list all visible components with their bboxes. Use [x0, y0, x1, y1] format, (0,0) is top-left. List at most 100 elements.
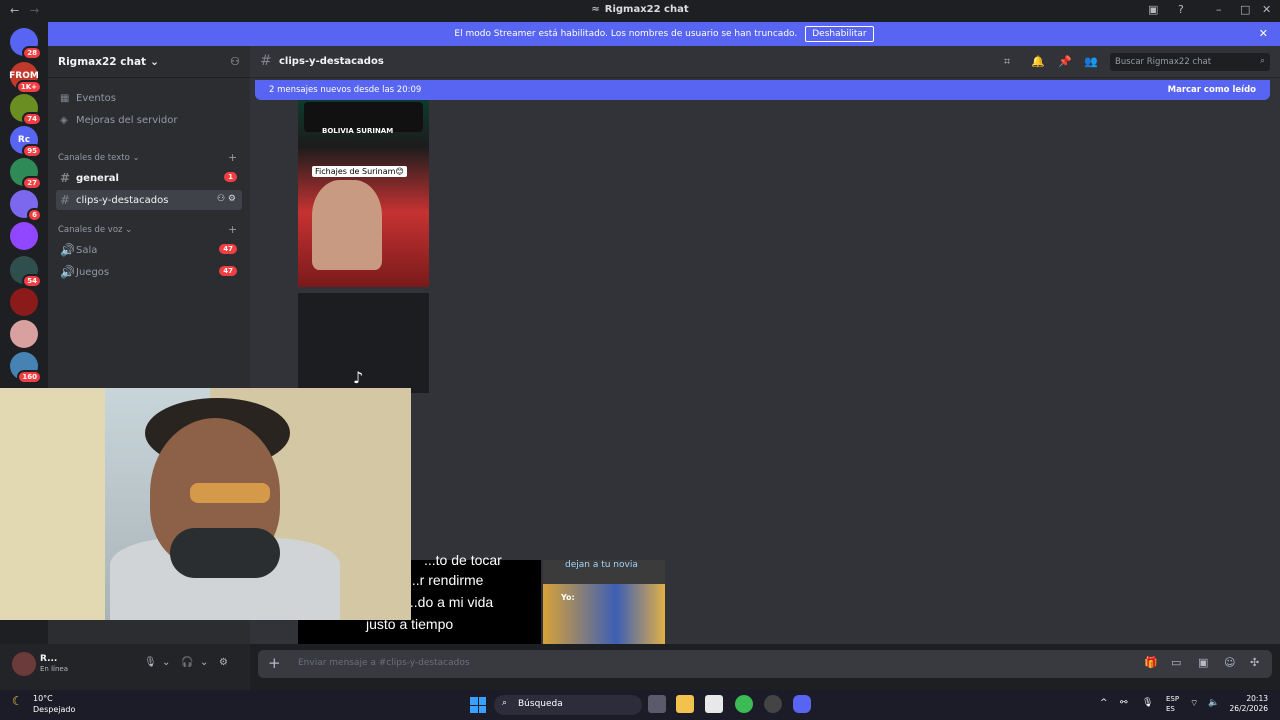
video-embed[interactable]: BOLIVIA SURINAM Fichajes de Surinam😊 [298, 100, 429, 287]
notification-badge: 6 [27, 208, 42, 222]
server-header[interactable]: Rigmax22 chat ⌄ ⚇ [48, 46, 250, 78]
window-title: ≈ Rigmax22 chat [591, 4, 689, 15]
mention-badge: 1 [224, 172, 237, 182]
title-bar: ← → ≈ Rigmax22 chat ▣ ? – □ ✕ [0, 0, 1280, 22]
channel-header: # clips-y-destacados ⌗ 🔔 📌 👥 Buscar Rigm… [250, 46, 1280, 78]
webcam-glasses [190, 483, 270, 503]
server-icon[interactable] [10, 320, 38, 348]
gear-icon[interactable]: ⚙ [219, 657, 228, 668]
windows-start-icon[interactable] [470, 697, 486, 713]
member-list-icon[interactable]: 👥 [1084, 55, 1098, 68]
channel-title: clips-y-destacados [279, 56, 384, 67]
channel-general[interactable]: # general 1 [56, 168, 242, 188]
server-icon[interactable]: 6 [10, 190, 42, 222]
maximize-icon[interactable]: □ [1240, 3, 1250, 16]
disable-streamer-button[interactable]: Deshabilitar [805, 26, 874, 42]
volume-icon[interactable]: 🔈 [1208, 698, 1219, 708]
speaker-icon: 🔊 [60, 243, 75, 257]
gif-icon[interactable]: ▭ [1171, 656, 1181, 669]
channel-settings-icon[interactable]: ⚇ ⚙ [217, 194, 236, 204]
meme-label: Yo: [561, 593, 575, 602]
network-icon[interactable]: ⚯ [1120, 698, 1128, 708]
add-channel-icon[interactable]: + [228, 151, 237, 164]
server-icon[interactable]: 54 [10, 256, 42, 288]
task-view-icon[interactable] [648, 695, 666, 713]
sticker-icon[interactable]: ▣ [1198, 656, 1208, 669]
weather-condition: Despejado [33, 705, 76, 714]
server-icon[interactable]: 74 [10, 94, 42, 126]
obs-icon[interactable] [764, 695, 782, 713]
video-embed-tiktok[interactable]: ♪ [298, 293, 429, 393]
voice-channel-sala[interactable]: 🔊 Sala 47 [56, 240, 242, 260]
streamer-mode-banner: El modo Streamer está habilitado. Los no… [48, 22, 1280, 46]
server-icon[interactable] [10, 288, 38, 316]
user-status: En línea [40, 665, 69, 673]
language-indicator[interactable]: ESP ES [1166, 694, 1179, 714]
message-input[interactable]: Enviar mensaje a #clips-y-destacados [298, 658, 470, 668]
store-icon[interactable] [705, 695, 723, 713]
wifi-icon[interactable]: ⌔ [1190, 698, 1198, 709]
file-explorer-icon[interactable] [676, 695, 694, 713]
clock[interactable]: 20:13 26/2/2026 [1228, 694, 1268, 714]
channel-clips-y-destacados[interactable]: # clips-y-destacados ⚇ ⚙ [56, 190, 242, 210]
hash-icon: # [60, 193, 71, 207]
message-composer[interactable]: + Enviar mensaje a #clips-y-destacados 🎁… [258, 650, 1272, 678]
meme-embed[interactable]: dejan a tu novia Yo: [543, 560, 665, 644]
threads-icon[interactable]: ⌗ [1004, 55, 1010, 69]
inbox-icon[interactable]: ▣ [1148, 3, 1158, 16]
voice-count-badge: 47 [219, 266, 237, 276]
meme-title: dejan a tu novia [565, 560, 638, 570]
notification-badge: 28 [22, 46, 42, 60]
microphone-icon[interactable]: 🎙 [1142, 698, 1153, 708]
voice-channel-juegos[interactable]: 🔊 Juegos 47 [56, 262, 242, 282]
avatar[interactable] [12, 652, 36, 676]
notification-badge: 160 [17, 370, 42, 384]
webcam-scarf [170, 528, 280, 578]
bell-icon[interactable]: 🔔 [1031, 55, 1045, 68]
banner-close-icon[interactable]: ✕ [1259, 27, 1268, 40]
taskbar: ☾ 10°C Despejado ⌕ Búsqueda ^ ⚯ 🎙 ESP ES … [0, 690, 1280, 720]
server-icon[interactable]: FROM 1K+ [9, 62, 42, 94]
server-icon[interactable]: Rc 95 [10, 126, 42, 158]
add-attachment-icon[interactable]: + [268, 654, 281, 672]
chevron-up-icon[interactable]: ^ [1100, 698, 1108, 708]
notification-badge: 27 [22, 176, 42, 190]
pin-icon[interactable]: 📌 [1058, 55, 1072, 68]
user-panel: R... En línea 🎙 ⌄ 🎧 ⌄ ⚙ [0, 644, 250, 690]
server-icon[interactable]: 160 [10, 352, 42, 384]
chevron-down-icon[interactable]: ⌄ [200, 657, 208, 668]
events-item[interactable]: ▦ Eventos [56, 88, 242, 108]
discord-icon[interactable] [793, 695, 811, 713]
apps-icon[interactable]: ✣ [1250, 656, 1259, 669]
new-messages-bar[interactable]: 2 mensajes nuevos desde las 20:09 Marcar… [255, 80, 1270, 100]
window-close-icon[interactable]: ✕ [1262, 3, 1271, 16]
clip-text-line: ...to de tocar [424, 552, 502, 568]
boost-icon: ◈ [60, 114, 68, 126]
help-icon[interactable]: ? [1178, 3, 1184, 16]
search-icon: ⌕ [1259, 56, 1265, 66]
voice-channels-category[interactable]: Canales de voz ⌄ + [58, 223, 237, 236]
notification-badge: 1K+ [15, 80, 42, 94]
chrome-icon[interactable] [735, 695, 753, 713]
text-channels-category[interactable]: Canales de texto ⌄ + [58, 151, 237, 164]
add-voice-channel-icon[interactable]: + [228, 223, 237, 236]
notification-badge: 74 [22, 112, 42, 126]
headphones-icon[interactable]: 🎧 [181, 657, 193, 668]
invite-people-icon[interactable]: ⚇ [230, 55, 240, 68]
weather-temp: 10°C [33, 694, 53, 703]
taskbar-search[interactable]: ⌕ Búsqueda [494, 695, 642, 715]
server-icon[interactable]: 28 [10, 28, 42, 60]
mark-as-read-button[interactable]: Marcar como leído [1168, 85, 1256, 95]
chevron-down-icon[interactable]: ⌄ [162, 657, 170, 668]
gift-icon[interactable]: 🎁 [1144, 656, 1158, 669]
microphone-icon[interactable]: 🎙 [144, 657, 157, 668]
server-icon[interactable] [10, 222, 38, 250]
clip-text-line: ...do a mi vida [406, 594, 494, 610]
search-input[interactable]: Buscar Rigmax22 chat ⌕ [1110, 53, 1270, 71]
clip-text-line: ...r rendirme [408, 572, 484, 588]
server-icon[interactable]: 27 [10, 158, 42, 190]
moon-weather-icon: ☾ [12, 694, 23, 708]
server-boosts-item[interactable]: ◈ Mejoras del servidor [56, 110, 242, 130]
emoji-icon[interactable]: ☺ [1224, 656, 1235, 669]
minimize-icon[interactable]: – [1216, 3, 1222, 16]
